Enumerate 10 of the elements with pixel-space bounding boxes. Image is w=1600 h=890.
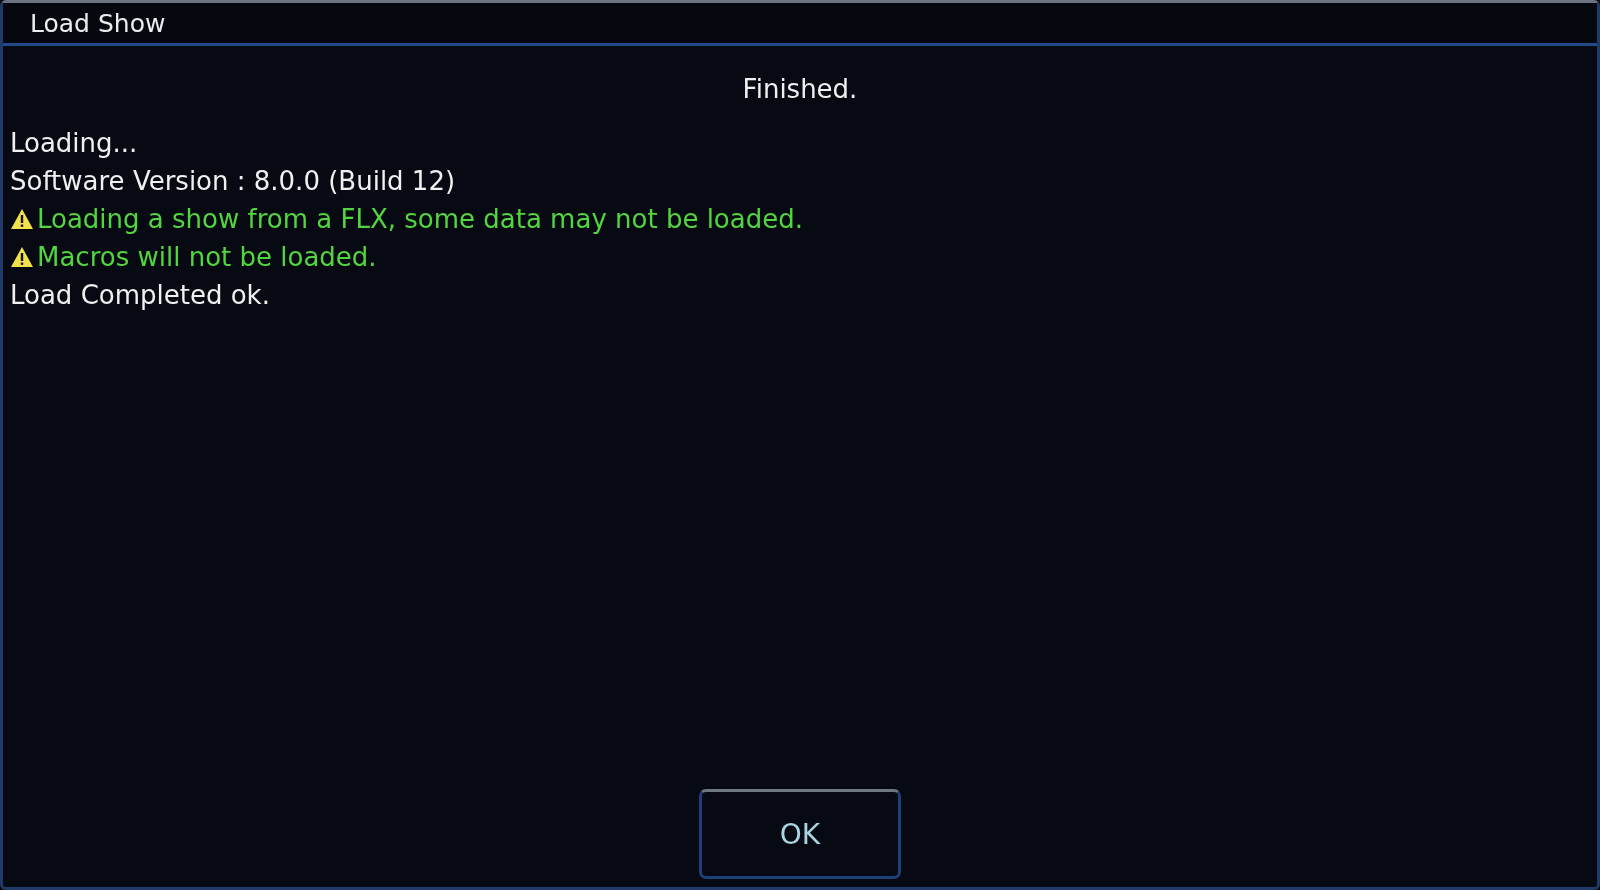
warning-icon [10,208,34,230]
log-line: Load Completed ok. [10,279,270,312]
status-message: Finished. [741,74,859,104]
ok-button[interactable]: OK [699,789,901,879]
warning-icon [10,246,34,268]
log-line: Macros will not be loaded. [37,241,377,274]
log-line: Loading... [10,127,138,160]
log-line: Software Version : 8.0.0 (Build 12) [10,165,456,198]
log-line: Loading a show from a FLX, some data may not be loaded. [37,203,803,236]
window-title: Load Show [30,8,166,38]
